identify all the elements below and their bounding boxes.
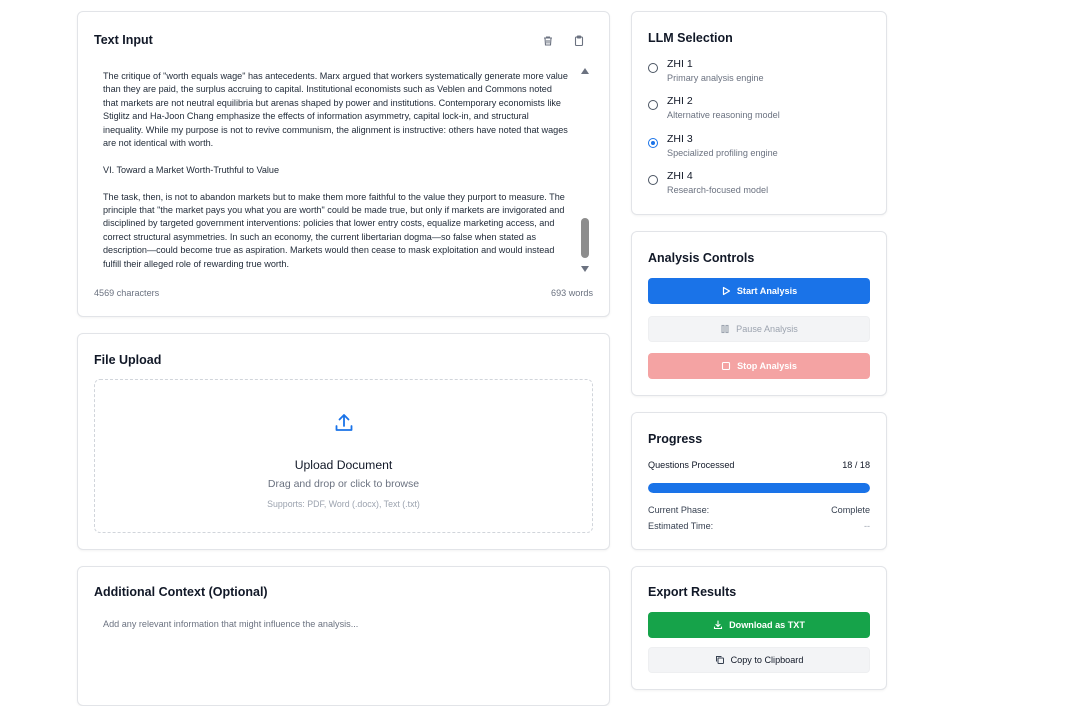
- radio-button-selected[interactable]: [648, 138, 658, 148]
- llm-option-description: Alternative reasoning model: [667, 110, 780, 120]
- file-upload-title: File Upload: [94, 353, 162, 367]
- progress-bar-fill: [648, 483, 870, 493]
- questions-processed-count: 18 / 18: [842, 460, 870, 470]
- llm-option-zhi-1[interactable]: ZHI 1 Primary analysis engine: [648, 58, 868, 88]
- llm-option-label: ZHI 3: [667, 133, 693, 145]
- llm-selection-title: LLM Selection: [648, 31, 733, 45]
- llm-option-description: Specialized profiling engine: [667, 148, 778, 158]
- llm-option-label: ZHI 2: [667, 95, 693, 107]
- llm-option-description: Research-focused model: [667, 185, 769, 195]
- text-input-title: Text Input: [94, 33, 153, 47]
- upload-subtext: Drag and drop or click to browse: [267, 478, 420, 490]
- pause-analysis-button[interactable]: Pause Analysis: [648, 316, 870, 342]
- llm-option-description: Primary analysis engine: [667, 73, 764, 83]
- text-paragraph: The critique of "worth equals wage" has …: [103, 71, 568, 149]
- llm-option-zhi-2[interactable]: ZHI 2 Alternative reasoning model: [648, 95, 868, 125]
- text-scrollbar[interactable]: [579, 64, 591, 274]
- radio-button[interactable]: [648, 100, 658, 110]
- stop-analysis-label: Stop Analysis: [737, 361, 797, 371]
- copy-to-clipboard-button[interactable]: Copy to Clipboard: [648, 647, 870, 673]
- upload-heading: Upload Document: [294, 458, 393, 472]
- radio-button[interactable]: [648, 175, 658, 185]
- progress-title: Progress: [648, 432, 703, 446]
- llm-option-zhi-3[interactable]: ZHI 3 Specialized profiling engine: [648, 133, 868, 163]
- estimated-time-label: Estimated Time:: [648, 521, 714, 531]
- pause-icon: [720, 324, 730, 334]
- current-phase-value: Complete: [831, 505, 870, 515]
- stop-icon: [721, 361, 731, 371]
- copy-icon: [715, 655, 725, 665]
- text-paragraph: VI. Toward a Market Worth-Truthful to Va…: [103, 164, 280, 175]
- llm-selection-card: LLM Selection ZHI 1 Primary analysis eng…: [631, 11, 887, 215]
- upload-dropzone[interactable]: Upload Document Drag and drop or click t…: [94, 379, 593, 533]
- text-input-card: Text Input The critique of "worth equals…: [77, 11, 610, 317]
- stop-analysis-button[interactable]: Stop Analysis: [648, 353, 870, 379]
- download-txt-button[interactable]: Download as TXT: [648, 612, 870, 638]
- export-results-title: Export Results: [648, 585, 737, 599]
- upload-supported-formats: Supports: PDF, Word (.docx), Text (.txt): [267, 499, 420, 509]
- scroll-up-arrow-icon[interactable]: [581, 68, 589, 74]
- estimated-time-value: --: [863, 521, 870, 531]
- text-input-content[interactable]: The critique of "worth equals wage" has …: [103, 70, 568, 274]
- word-count: 693 words: [551, 288, 593, 298]
- radio-button[interactable]: [648, 63, 658, 73]
- download-txt-label: Download as TXT: [729, 620, 805, 630]
- current-phase-label: Current Phase:: [648, 505, 710, 515]
- file-upload-card: File Upload Upload Document Drag and dro…: [77, 333, 610, 550]
- text-input-area[interactable]: The critique of "worth equals wage" has …: [94, 64, 594, 274]
- scroll-down-arrow-icon[interactable]: [581, 266, 589, 272]
- scroll-thumb[interactable]: [581, 218, 589, 258]
- pause-analysis-label: Pause Analysis: [736, 324, 798, 334]
- progress-card: Progress Questions Processed 18 / 18 Cur…: [631, 412, 887, 550]
- download-icon: [713, 620, 723, 630]
- start-analysis-label: Start Analysis: [736, 286, 798, 296]
- analysis-controls-card: Analysis Controls Start Analysis Pause A…: [631, 231, 887, 396]
- additional-context-card: Additional Context (Optional): [77, 566, 610, 706]
- upload-icon: [333, 412, 355, 434]
- llm-option-zhi-4[interactable]: ZHI 4 Research-focused model: [648, 170, 868, 200]
- llm-option-label: ZHI 1: [667, 58, 693, 70]
- progress-bar: [648, 483, 870, 493]
- llm-option-label: ZHI 4: [667, 170, 693, 182]
- text-paragraph: The task, then, is not to abandon market…: [103, 191, 565, 269]
- clipboard-icon[interactable]: [572, 34, 586, 48]
- copy-to-clipboard-label: Copy to Clipboard: [730, 655, 804, 665]
- trash-icon[interactable]: [541, 34, 555, 48]
- analysis-controls-title: Analysis Controls: [648, 251, 755, 265]
- export-results-card: Export Results Download as TXT Copy to C…: [631, 566, 887, 690]
- character-count: 4569 characters: [94, 288, 160, 298]
- additional-context-input[interactable]: [94, 613, 594, 693]
- play-icon: [721, 286, 731, 296]
- additional-context-title: Additional Context (Optional): [94, 585, 268, 599]
- start-analysis-button[interactable]: Start Analysis: [648, 278, 870, 304]
- questions-processed-label: Questions Processed: [648, 460, 735, 470]
